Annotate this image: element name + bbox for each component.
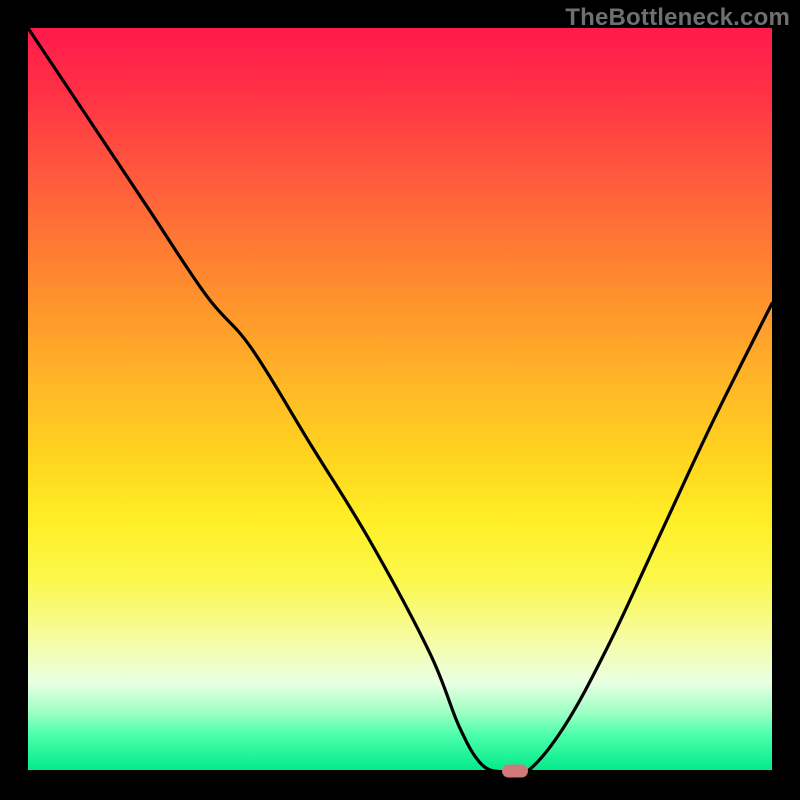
bottleneck-curve [28, 28, 772, 772]
bottleneck-marker [502, 765, 528, 778]
plot-area [28, 28, 772, 772]
x-axis-baseline [28, 770, 772, 772]
chart-frame: TheBottleneck.com [0, 0, 800, 800]
